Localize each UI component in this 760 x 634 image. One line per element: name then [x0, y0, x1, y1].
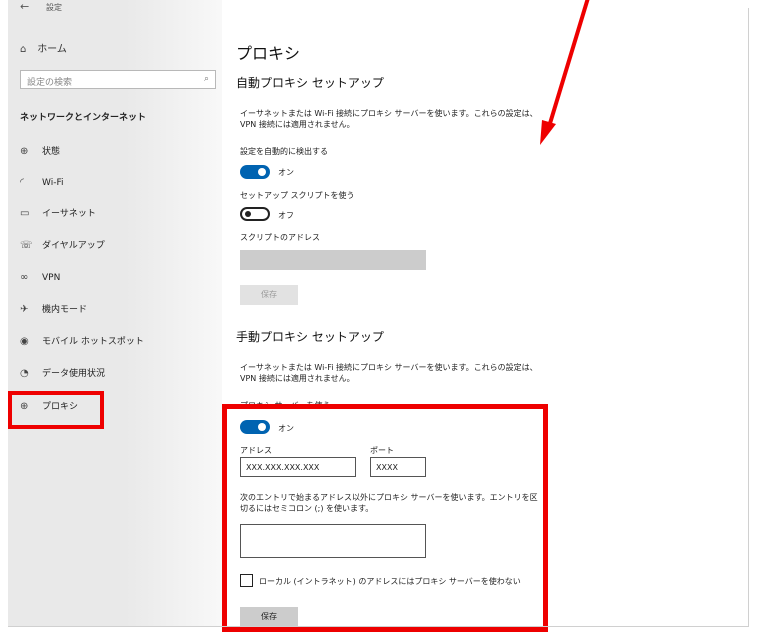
red-arrow-shaft: [546, 0, 590, 131]
window-border-bottom: [8, 626, 749, 627]
red-arrow-head: [540, 120, 556, 145]
window-border-right: [748, 8, 749, 626]
annotation-arrow-layer: [540, 0, 590, 145]
